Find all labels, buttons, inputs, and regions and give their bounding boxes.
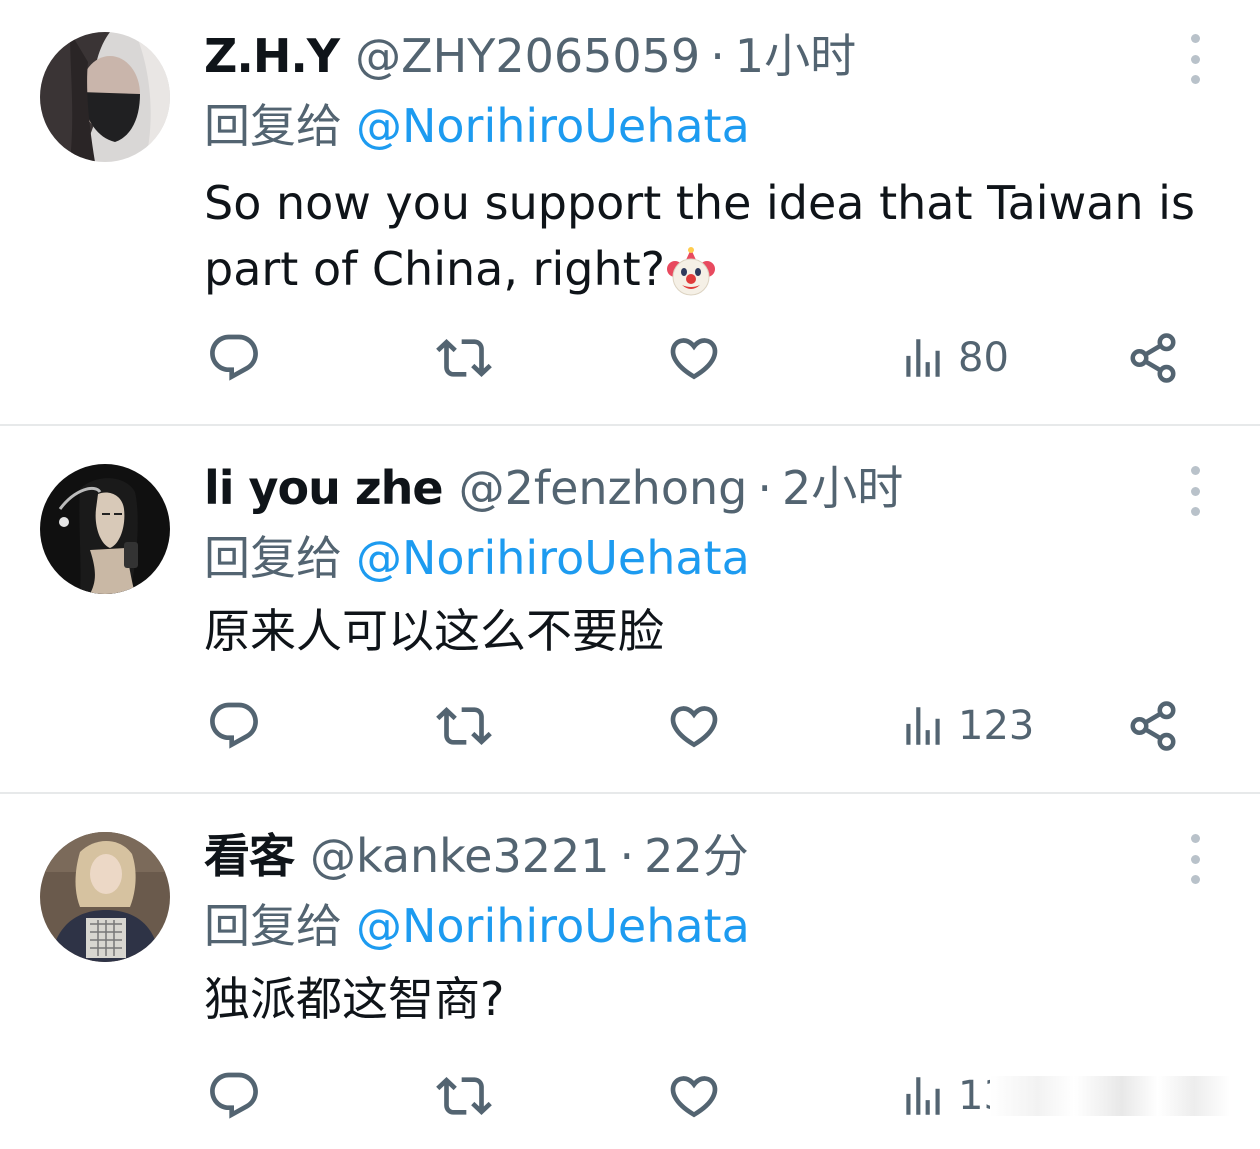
share-button[interactable] bbox=[1126, 328, 1180, 388]
display-name[interactable]: Z.H.Y bbox=[204, 26, 340, 86]
reply-user-link[interactable]: @NorihiroUehata bbox=[356, 899, 750, 953]
tweet-header: li you zhe @2fenzhong · 2小时 bbox=[204, 458, 903, 518]
like-icon bbox=[666, 330, 722, 386]
views-button[interactable]: 80 bbox=[898, 328, 1009, 388]
watermark bbox=[990, 1076, 1230, 1116]
user-handle[interactable]: @kanke3221 bbox=[310, 826, 610, 886]
reply-icon bbox=[206, 1068, 262, 1124]
share-icon bbox=[1126, 699, 1180, 753]
avatar[interactable] bbox=[40, 832, 170, 962]
reply-icon bbox=[206, 330, 262, 386]
separator: · bbox=[757, 461, 772, 515]
views-count: 80 bbox=[958, 335, 1009, 381]
reply-icon bbox=[206, 698, 262, 754]
retweet-icon bbox=[436, 330, 492, 386]
retweet-button[interactable] bbox=[436, 1066, 492, 1126]
tweet-text: So now you support the idea that Taiwan … bbox=[204, 170, 1204, 302]
reply-context: 回复给 @NorihiroUehata bbox=[204, 528, 750, 588]
reply-button[interactable] bbox=[206, 328, 262, 388]
display-name[interactable]: li you zhe bbox=[204, 458, 444, 518]
tweet-text-line: So now you support the idea that Taiwan … bbox=[204, 176, 1195, 230]
timestamp[interactable]: 2小时 bbox=[782, 458, 903, 518]
views-icon bbox=[898, 333, 948, 383]
user-handle[interactable]: @ZHY2065059 bbox=[355, 26, 700, 86]
display-name[interactable]: 看客 bbox=[204, 826, 295, 886]
reply-label: 回复给 bbox=[204, 531, 342, 585]
tweet-text-line: part of China, right? bbox=[204, 242, 666, 296]
tweet-text: 独派都这智商? bbox=[204, 966, 1204, 1032]
action-bar: 13 bbox=[0, 1066, 1260, 1126]
share-icon bbox=[1126, 331, 1180, 385]
more-icon[interactable] bbox=[1180, 34, 1210, 84]
clown-face-icon bbox=[665, 246, 717, 299]
tweet-text-line: 原来人可以这么不要脸 bbox=[204, 604, 664, 658]
retweet-button[interactable] bbox=[436, 328, 492, 388]
reply-label: 回复给 bbox=[204, 899, 342, 953]
views-icon bbox=[898, 1071, 948, 1121]
tweet-header: 看客 @kanke3221 · 22分 bbox=[204, 826, 749, 886]
retweet-button[interactable] bbox=[436, 696, 492, 756]
reply-button[interactable] bbox=[206, 1066, 262, 1126]
like-button[interactable] bbox=[666, 1066, 722, 1126]
retweet-icon bbox=[436, 1068, 492, 1124]
reply-user-link[interactable]: @NorihiroUehata bbox=[356, 531, 750, 585]
action-bar: 80 bbox=[0, 328, 1260, 388]
action-bar: 123 bbox=[0, 696, 1260, 756]
like-button[interactable] bbox=[666, 328, 722, 388]
separator: · bbox=[710, 29, 725, 83]
like-button[interactable] bbox=[666, 696, 722, 756]
timestamp[interactable]: 22分 bbox=[644, 826, 749, 886]
views-icon bbox=[898, 701, 948, 751]
avatar[interactable] bbox=[40, 32, 170, 162]
tweet-1[interactable]: Z.H.Y @ZHY2065059 · 1小时 回复给 @NorihiroUeha… bbox=[0, 0, 1260, 424]
like-icon bbox=[666, 1068, 722, 1124]
views-button[interactable]: 123 bbox=[898, 696, 1034, 756]
avatar[interactable] bbox=[40, 464, 170, 594]
reply-user-link[interactable]: @NorihiroUehata bbox=[356, 99, 750, 153]
views-count: 123 bbox=[958, 703, 1035, 749]
timestamp[interactable]: 1小时 bbox=[735, 26, 856, 86]
reply-context: 回复给 @NorihiroUehata bbox=[204, 96, 750, 156]
like-icon bbox=[666, 698, 722, 754]
share-button[interactable] bbox=[1126, 696, 1180, 756]
tweet-2[interactable]: li you zhe @2fenzhong · 2小时 回复给 @Norihiro… bbox=[0, 426, 1260, 792]
reply-context: 回复给 @NorihiroUehata bbox=[204, 896, 750, 956]
tweet-3[interactable]: 看客 @kanke3221 · 22分 回复给 @NorihiroUehata 独… bbox=[0, 794, 1260, 1149]
user-handle[interactable]: @2fenzhong bbox=[459, 458, 748, 518]
tweet-text-line: 独派都这智商? bbox=[204, 972, 505, 1026]
more-icon[interactable] bbox=[1180, 834, 1210, 884]
separator: · bbox=[619, 829, 635, 883]
avatar-image bbox=[40, 32, 170, 162]
reply-label: 回复给 bbox=[204, 99, 342, 153]
tweet-text: 原来人可以这么不要脸 bbox=[204, 598, 1204, 664]
reply-button[interactable] bbox=[206, 696, 262, 756]
avatar-image bbox=[40, 464, 170, 594]
retweet-icon bbox=[436, 698, 492, 754]
tweet-header: Z.H.Y @ZHY2065059 · 1小时 bbox=[204, 26, 856, 86]
avatar-image bbox=[40, 832, 170, 962]
more-icon[interactable] bbox=[1180, 466, 1210, 516]
